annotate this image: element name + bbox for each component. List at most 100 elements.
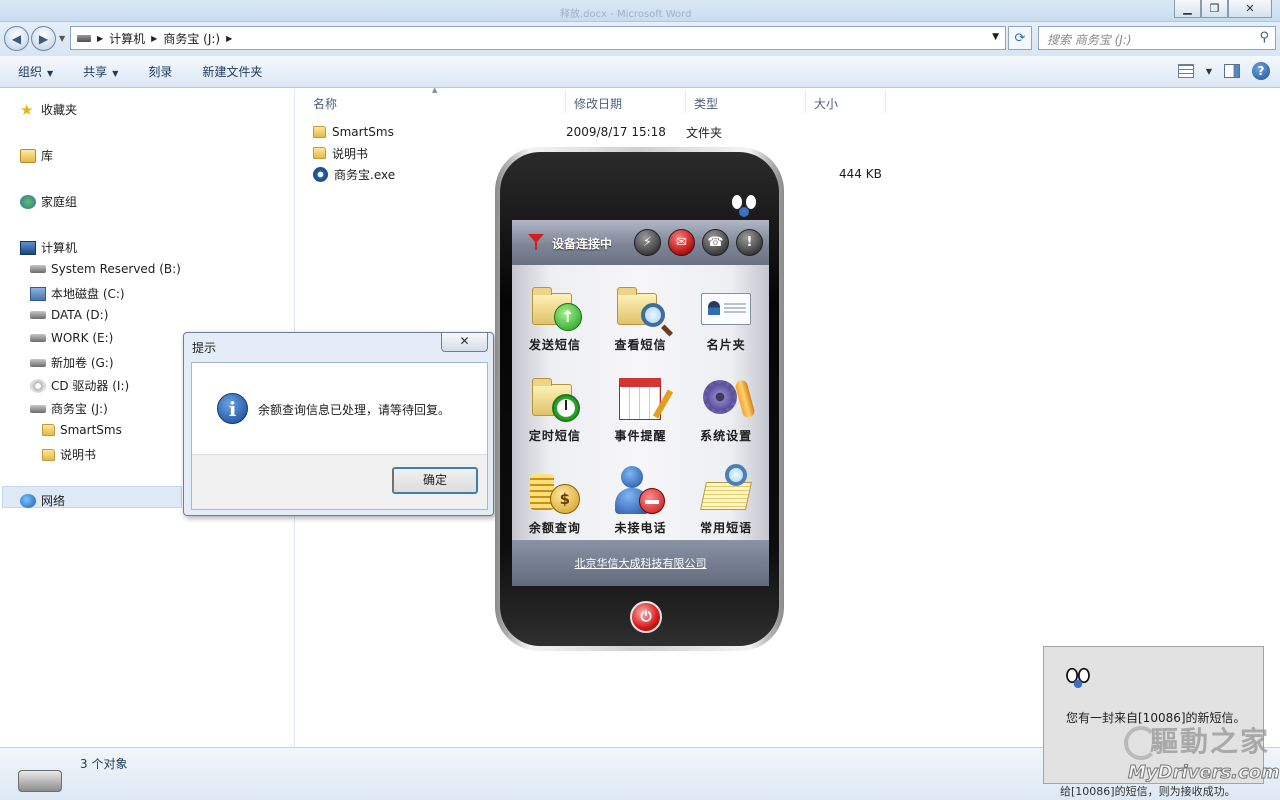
share-menu[interactable]: 共享 ▼	[65, 63, 130, 80]
nav-favorites[interactable]: ★ 收藏夹	[20, 101, 77, 118]
nav-computer[interactable]: 计算机	[20, 239, 77, 256]
chevron-right-icon[interactable]: ▶	[151, 34, 157, 43]
file-list-header: 名称 修改日期 类型 大小	[305, 91, 890, 113]
column-type[interactable]: 类型	[686, 91, 806, 113]
column-modified[interactable]: 修改日期	[566, 91, 686, 113]
preview-pane-icon[interactable]	[1224, 64, 1240, 78]
connection-status: 设备连接中	[552, 237, 613, 251]
signal-icon[interactable]: ⚡	[634, 229, 661, 256]
watermark-en: MyDrivers.com	[1128, 762, 1280, 784]
nav-folder-smartsms[interactable]: SmartSms	[42, 423, 122, 437]
tile-missed-calls[interactable]: 未接电话	[598, 448, 684, 540]
back-button[interactable]: ◀	[4, 26, 29, 51]
tile-event-reminder[interactable]: 事件提醒	[598, 357, 684, 449]
nav-drive-e[interactable]: WORK (E:)	[30, 331, 113, 345]
nav-network[interactable]: 网络	[20, 492, 65, 509]
burn-button[interactable]: 刻录	[130, 63, 184, 80]
nav-drive-g[interactable]: 新加卷 (G:)	[30, 354, 114, 371]
file-modified: 2009/8/17 15:18	[566, 125, 666, 139]
nav-drive-j[interactable]: 商务宝 (J:)	[30, 400, 108, 417]
ok-button[interactable]: 确定	[392, 467, 478, 494]
caret-down-icon: ▼	[47, 69, 54, 78]
tile-label: 名片夹	[706, 337, 746, 352]
folder-icon	[42, 424, 55, 436]
company-footer: 北京华信大成科技有限公司	[512, 540, 769, 586]
item-count: 3 个对象	[80, 757, 128, 771]
column-name[interactable]: 名称	[305, 91, 566, 113]
window-titlebar: 释放.docx - Microsoft Word ▁ ❐ ✕	[0, 0, 1280, 22]
phone-app-window: 设备连接中 ⚡ ✉ ☎ ! ↑ 发送短信 查看短信 名片夹 定时短信 事件提醒 …	[495, 147, 784, 651]
address-dropdown-icon[interactable]: ▼	[992, 32, 999, 42]
folder-icon	[313, 126, 326, 138]
file-row[interactable]: SmartSms 2009/8/17 15:18 文件夹	[313, 122, 806, 142]
power-icon[interactable]: ⏻	[630, 601, 662, 633]
close-window-button[interactable]: ✕	[1228, 0, 1272, 18]
tile-view-sms[interactable]: 查看短信	[598, 265, 684, 357]
address-bar[interactable]: ▶ 计算机 ▶ 商务宝 (J:) ▶ ▼	[70, 26, 1006, 50]
tile-balance-query[interactable]: $ 余额查询	[512, 448, 598, 540]
command-bar: 组织 ▼ 共享 ▼ 刻录 新建文件夹 ▼ ?	[0, 56, 1280, 88]
nav-drive-i[interactable]: CD 驱动器 (I:)	[30, 377, 129, 394]
tile-settings[interactable]: 系统设置	[683, 357, 769, 449]
recent-pages-dropdown[interactable]: ▼	[59, 34, 65, 43]
search-icon[interactable]: ⚲	[1259, 30, 1269, 45]
application-icon	[313, 166, 328, 182]
breadcrumb-drive[interactable]: 商务宝 (J:)	[163, 30, 220, 47]
system-drive-icon	[30, 286, 46, 301]
organize-menu[interactable]: 组织 ▼	[0, 63, 65, 80]
nav-drive-c[interactable]: 本地磁盘 (C:)	[30, 285, 125, 302]
calendar-icon	[613, 372, 667, 422]
tile-label: 事件提醒	[614, 429, 667, 444]
chevron-right-icon[interactable]: ▶	[226, 34, 232, 43]
star-icon: ★	[20, 100, 34, 119]
phone-icon[interactable]: ☎	[702, 229, 729, 256]
view-options-icon[interactable]	[1177, 64, 1194, 78]
chevron-right-icon[interactable]: ▶	[97, 34, 103, 43]
dialog-close-button[interactable]: ✕	[441, 333, 488, 352]
tile-label: 查看短信	[614, 337, 667, 352]
forward-button[interactable]: ▶	[31, 26, 56, 51]
tile-common-phrases[interactable]: 常用短语	[683, 448, 769, 540]
breadcrumb-computer[interactable]: 计算机	[109, 30, 145, 47]
gear-icon	[699, 372, 756, 422]
file-size: 444 KB	[839, 167, 882, 181]
company-link[interactable]: 北京华信大成科技有限公司	[575, 555, 707, 571]
header-icons: ⚡ ✉ ☎ !	[634, 229, 763, 256]
refresh-button[interactable]: ⟳	[1008, 26, 1032, 50]
folder-icon	[42, 448, 55, 461]
new-folder-button[interactable]: 新建文件夹	[184, 63, 274, 80]
watermark-cn: 驅動之家	[1149, 725, 1270, 758]
file-name: 说明书	[332, 146, 369, 161]
missed-call-icon	[613, 464, 667, 514]
minimize-button[interactable]: ▁	[1174, 0, 1201, 18]
mail-icon[interactable]: ✉	[668, 229, 695, 256]
nav-drive-d[interactable]: DATA (D:)	[30, 308, 108, 322]
nav-homegroup[interactable]: 家庭组	[20, 193, 77, 210]
homegroup-icon	[20, 194, 36, 209]
help-icon[interactable]: ?	[1252, 62, 1270, 80]
tile-contacts[interactable]: 名片夹	[683, 265, 769, 357]
phone-body: 设备连接中 ⚡ ✉ ☎ ! ↑ 发送短信 查看短信 名片夹 定时短信 事件提醒 …	[500, 152, 779, 646]
tile-scheduled-sms[interactable]: 定时短信	[512, 357, 598, 449]
tile-label: 未接电话	[614, 520, 667, 535]
tile-label: 发送短信	[528, 337, 581, 352]
file-name: 商务宝.exe	[334, 167, 396, 182]
tile-label: 常用短语	[700, 520, 753, 535]
dialog-title: 提示	[192, 341, 217, 355]
tile-send-sms[interactable]: ↑ 发送短信	[512, 265, 598, 357]
search-input[interactable]: 搜索 商务宝 (J:) ⚲	[1038, 26, 1276, 50]
alert-icon[interactable]: !	[736, 229, 763, 256]
column-size[interactable]: 大小	[806, 91, 886, 113]
dialog-body: i 余额查询信息已处理，请等待回复。 确定	[191, 362, 488, 510]
drive-icon	[30, 334, 46, 342]
view-dropdown-icon[interactable]: ▼	[1206, 67, 1212, 76]
nav-libraries[interactable]: 库	[20, 147, 53, 164]
nav-drive-b[interactable]: System Reserved (B:)	[30, 262, 181, 276]
dialog-footer: 确定	[192, 454, 487, 509]
drive-icon	[18, 770, 62, 792]
restore-button[interactable]: ❐	[1201, 0, 1228, 18]
message-dialog: 提示 ✕ i 余额查询信息已处理，请等待回复。 确定	[183, 332, 494, 516]
computer-icon	[20, 240, 36, 255]
nav-folder-manual[interactable]: 说明书	[42, 446, 96, 463]
drive-icon	[30, 265, 46, 273]
